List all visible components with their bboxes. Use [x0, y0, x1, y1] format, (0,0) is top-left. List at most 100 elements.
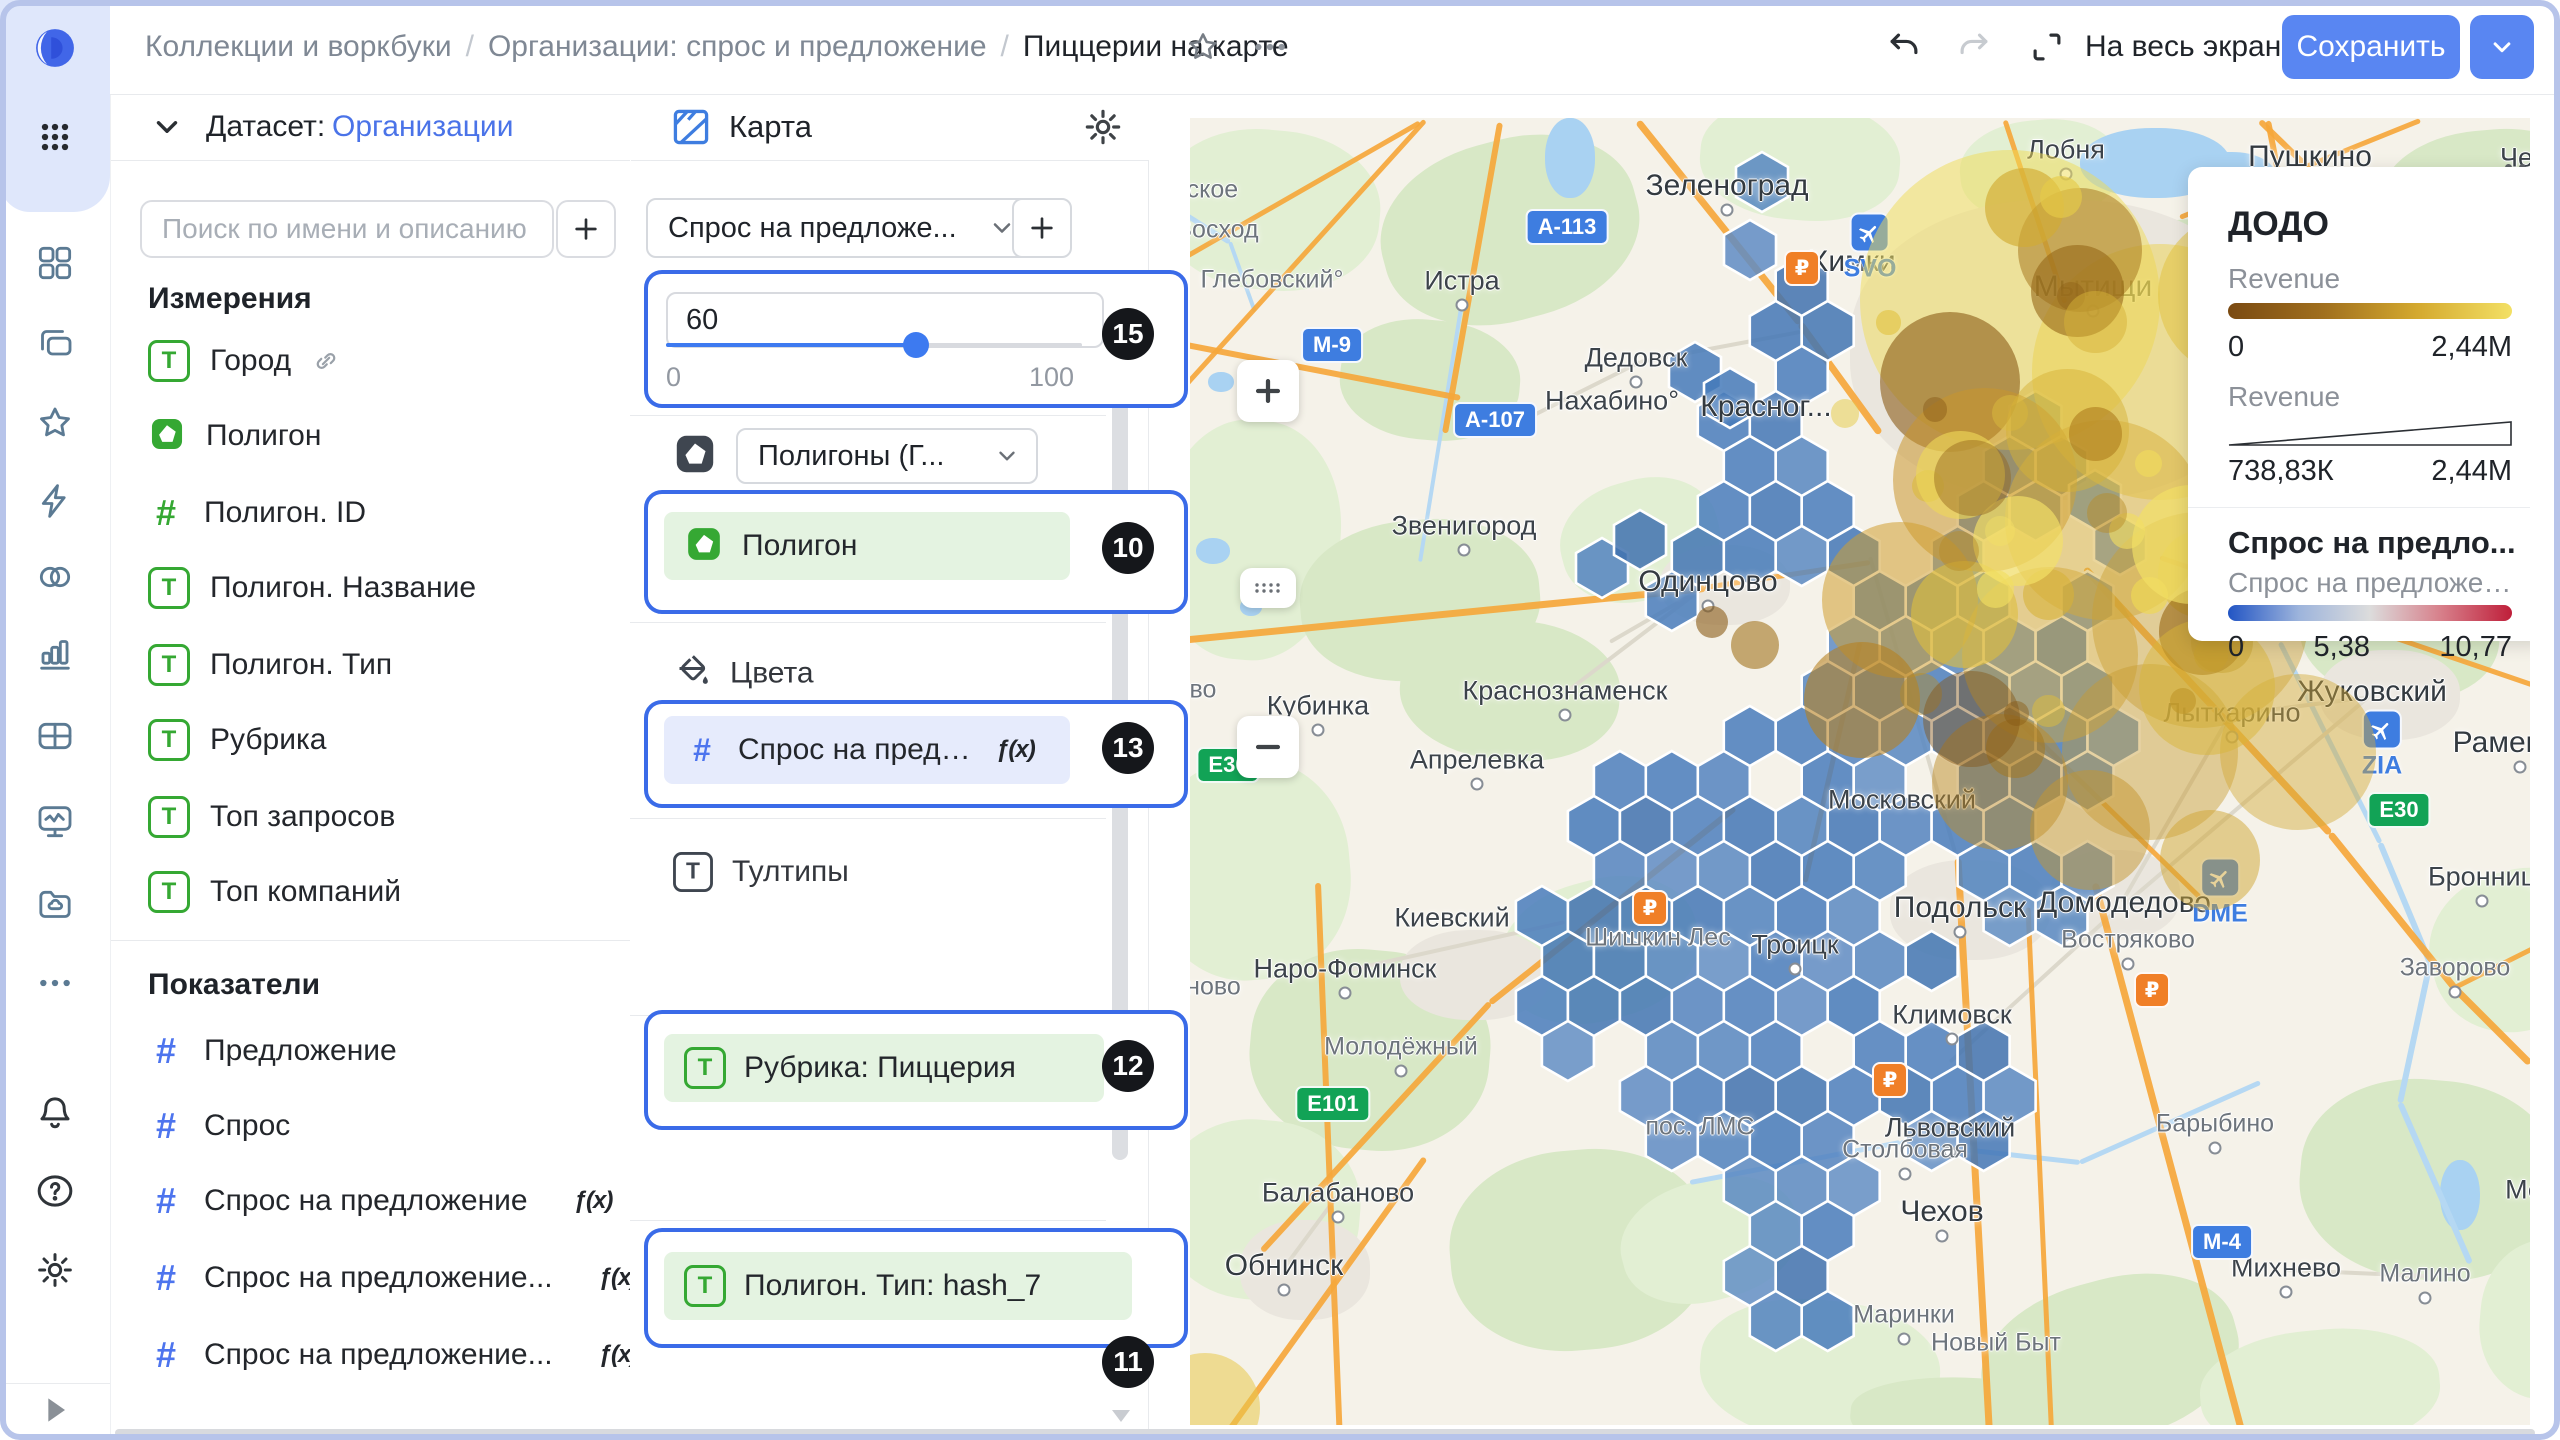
map-canvas[interactable]: ДОДО Revenue 0 2,44M Revenue 738,83К 2,4…: [1190, 118, 2530, 1425]
undo-icon[interactable]: [1885, 28, 1923, 66]
map-label: Нахабино°: [1545, 386, 1679, 417]
ruble-poi-icon: ₽: [1784, 250, 1820, 286]
rail-item-settings[interactable]: [33, 1248, 77, 1292]
layer-filter-chip[interactable]: T Рубрика: Пиццерия: [664, 1034, 1104, 1102]
add-layer-button[interactable]: [1012, 198, 1072, 258]
geopolygon-field-chip[interactable]: Полигон: [664, 512, 1070, 580]
dataset-label: Датасет:: [206, 110, 325, 144]
step-badge-11: 11: [1102, 1336, 1154, 1388]
rail-item-tables[interactable]: [33, 714, 77, 758]
field-label: Город: [210, 344, 291, 378]
layer-select[interactable]: Спрос на предложе...: [646, 198, 1034, 258]
rail-item-notifications[interactable]: [33, 1091, 77, 1135]
add-field-button[interactable]: [556, 200, 616, 258]
dimension-item[interactable]: TГород: [148, 328, 341, 394]
dimension-item[interactable]: TПолигон. Название: [148, 555, 476, 621]
dimension-item[interactable]: TТоп компаний: [148, 859, 401, 925]
layer-select-value: Спрос на предложе...: [668, 212, 976, 245]
measure-item[interactable]: #Спрос: [148, 1093, 290, 1159]
zoom-out-button[interactable]: [1237, 716, 1299, 778]
collapse-panel-icon[interactable]: [33, 1388, 77, 1432]
legend-scale-ramp: [2228, 605, 2512, 621]
field-label: Полигон. Название: [210, 571, 476, 605]
town-dot: [2514, 761, 2527, 774]
apps-grid-icon[interactable]: [33, 115, 77, 159]
zoom-in-button[interactable]: [1237, 360, 1299, 422]
legend-size-min: 738,83К: [2228, 455, 2334, 488]
opacity-slider[interactable]: [666, 343, 1082, 347]
map-label: Раменско: [2453, 726, 2530, 760]
filter-chip[interactable]: T Полигон. Тип: hash_7: [664, 1252, 1132, 1320]
dataset-collapse-chevron-icon[interactable]: [150, 110, 184, 144]
horizontal-scrollbar[interactable]: [115, 1429, 2535, 1437]
slider-thumb[interactable]: [903, 332, 929, 358]
breadcrumb-item[interactable]: Пиццерии на карте: [1023, 30, 1289, 64]
scroll-down-icon[interactable]: [1112, 1410, 1130, 1422]
dataset-name-link[interactable]: Организации: [332, 110, 513, 144]
breadcrumb-separator: /: [466, 30, 474, 64]
legend-section2-title: Спрос на предло...: [2228, 525, 2516, 561]
rail-item-collections[interactable]: [33, 322, 77, 366]
divider: [0, 1383, 110, 1384]
town-dot: [1898, 1333, 1911, 1346]
ruble-poi-icon: ₽: [2134, 972, 2170, 1008]
dimension-item[interactable]: TПолигон. Тип: [148, 632, 392, 698]
link-icon: [311, 346, 341, 376]
dimension-item[interactable]: Полигон: [148, 403, 321, 469]
measure-item[interactable]: #Спрос на предложение...ƒ(x): [148, 1245, 637, 1311]
map-area: ДОДО Revenue 0 2,44M Revenue 738,83К 2,4…: [1149, 94, 2560, 1440]
opacity-value-field[interactable]: 60: [666, 292, 1104, 348]
formula-icon: ƒ(x): [574, 1187, 613, 1215]
rail-item-monitoring[interactable]: [33, 799, 77, 843]
more-menu-icon[interactable]: [1250, 27, 1290, 67]
datalens-logo[interactable]: [33, 26, 77, 70]
map-label: Киевский: [1394, 903, 1509, 934]
rail-item-connections[interactable]: [33, 555, 77, 599]
town-dot: [2209, 1142, 2222, 1155]
field-label: Топ запросов: [210, 800, 395, 834]
save-dropdown-button[interactable]: [2470, 15, 2534, 79]
town-dot: [1456, 299, 1469, 312]
rail-item-help[interactable]: [33, 1169, 77, 1213]
text-field-icon: T: [148, 871, 190, 913]
measure-item[interactable]: #Спрос на предложение...ƒ(x): [148, 1322, 637, 1388]
rail-item-favorites[interactable]: [33, 401, 77, 445]
paint-bucket-icon: [672, 651, 712, 696]
measure-item[interactable]: #Предложение: [148, 1018, 397, 1084]
legend-size-max: 2,44M: [2431, 455, 2512, 488]
rail-item-more[interactable]: [33, 961, 77, 1005]
search-input[interactable]: Поиск по имени и описанию: [140, 200, 554, 258]
revenue-bubble: [1934, 440, 2011, 517]
field-label: Полигон. Тип: [210, 648, 392, 682]
breadcrumb-separator: /: [1001, 30, 1009, 64]
save-button[interactable]: Сохранить: [2282, 15, 2460, 79]
redo-icon[interactable]: [1955, 28, 1993, 66]
town-dot: [1789, 963, 1802, 976]
colors-field-chip[interactable]: # Спрос на предл... ƒ(x): [664, 716, 1070, 784]
dimension-item[interactable]: #Полигон. ID: [148, 480, 366, 546]
favorite-star-icon[interactable]: [1185, 29, 1221, 65]
revenue-bubble: [1923, 397, 1947, 421]
rail-item-editor[interactable]: [33, 479, 77, 523]
town-dot: [2122, 958, 2135, 971]
rail-item-charts[interactable]: [33, 632, 77, 676]
road-badge: М-9: [1301, 327, 1363, 363]
breadcrumb-item[interactable]: Организации: спрос и предложение: [488, 30, 987, 64]
ruler-button[interactable]: [1240, 568, 1296, 608]
fullscreen-button[interactable]: На весь экран: [2085, 30, 2281, 64]
dimension-item[interactable]: TТоп запросов: [148, 784, 395, 850]
rail-item-storage[interactable]: [33, 882, 77, 926]
chip-label: Рубрика: Пиццерия: [744, 1051, 1016, 1085]
map-label: пос. ЛМС: [1645, 1113, 1754, 1142]
measure-item[interactable]: #Спрос на предложениеƒ(x): [148, 1168, 612, 1234]
breadcrumb-item[interactable]: Коллекции и воркбуки: [145, 30, 452, 64]
chip-label: Спрос на предл...: [738, 733, 978, 767]
geolayer-select[interactable]: Полигоны (Г...: [736, 428, 1038, 484]
step-badge-15: 15: [1102, 308, 1154, 360]
chart-settings-gear-icon[interactable]: [1083, 107, 1123, 147]
rail-item-dashboards[interactable]: [33, 241, 77, 285]
chart-title: Карта: [729, 109, 812, 145]
fullscreen-icon[interactable]: [2028, 28, 2066, 66]
town-dot: [2476, 895, 2489, 908]
dimension-item[interactable]: TРубрика: [148, 707, 326, 773]
